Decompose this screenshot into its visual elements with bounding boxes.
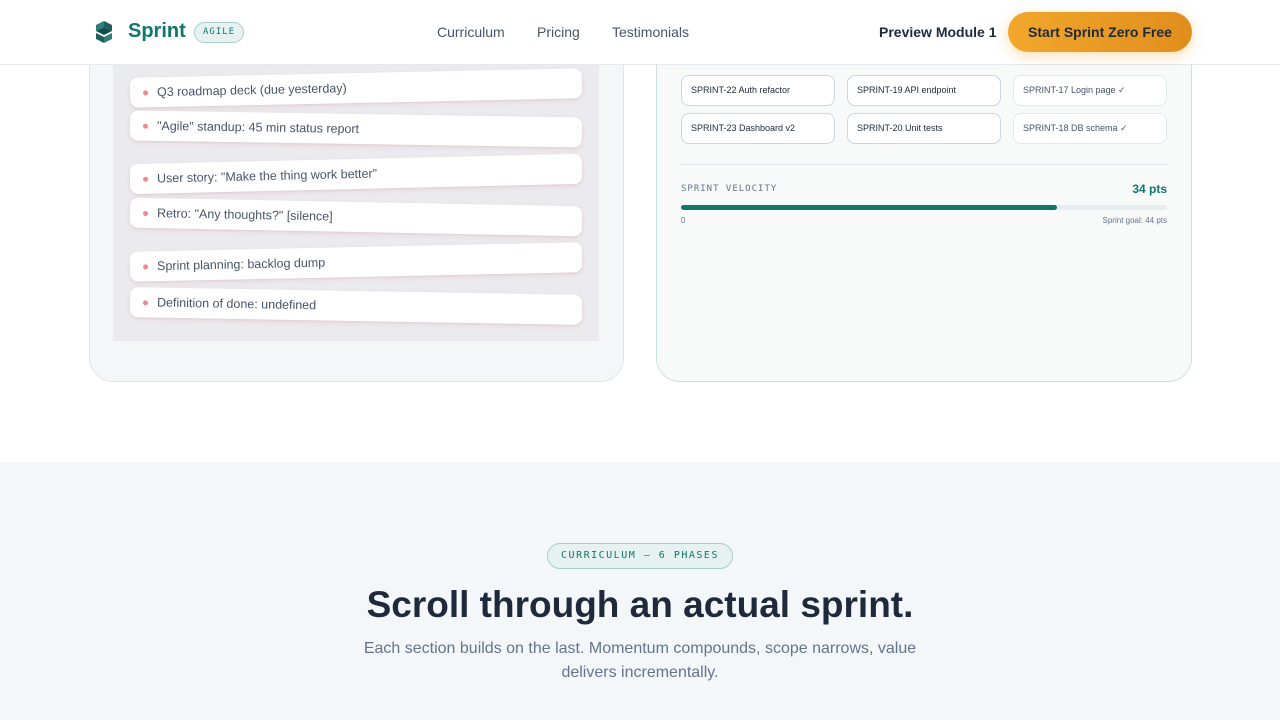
chaos-item-label: "Agile" standup: 45 min status report bbox=[156, 118, 360, 137]
velocity-bar-track bbox=[681, 205, 1167, 210]
brand-name[interactable]: Sprint bbox=[128, 20, 186, 43]
logo-icon[interactable] bbox=[94, 20, 114, 44]
bullet-dot bbox=[143, 90, 149, 96]
section-headline: Scroll through an actual sprint. bbox=[366, 584, 914, 625]
start-free-button[interactable]: Start Sprint Zero Free bbox=[1008, 12, 1192, 52]
chaos-item-label: User story: "Make the thing work better" bbox=[156, 166, 378, 186]
velocity-min-label: 0 bbox=[681, 216, 686, 225]
velocity-label: SPRINT VELOCITY bbox=[681, 184, 778, 194]
ticket-card-done[interactable]: SPRINT-17 Login page ✓ bbox=[1013, 75, 1167, 106]
nav-pricing[interactable]: Pricing bbox=[537, 24, 580, 40]
ticket-card-done[interactable]: SPRINT-18 DB schema ✓ bbox=[1013, 113, 1167, 144]
bullet-dot bbox=[143, 264, 149, 270]
nav-testimonials[interactable]: Testimonials bbox=[612, 24, 689, 40]
divider bbox=[681, 164, 1167, 165]
section-subtitle: Each section builds on the last. Momentu… bbox=[363, 640, 917, 681]
bullet-dot bbox=[142, 300, 149, 306]
ticket-card[interactable]: SPRINT-23 Dashboard v2 bbox=[681, 113, 835, 144]
ticket-card[interactable]: SPRINT-22 Auth refactor bbox=[681, 75, 835, 106]
ticket-card[interactable]: SPRINT-20 Unit tests bbox=[847, 113, 1001, 144]
bullet-dot bbox=[142, 210, 149, 217]
preview-module-link[interactable]: Preview Module 1 bbox=[879, 24, 996, 40]
nav-curriculum[interactable]: Curriculum bbox=[437, 24, 505, 40]
curriculum-pill: CURRICULUM — 6 PHASES bbox=[547, 543, 733, 569]
velocity-bar-fill bbox=[681, 205, 1057, 210]
velocity-goal-label: Sprint goal: 44 pts bbox=[1102, 216, 1167, 225]
velocity-value: 34 pts bbox=[1132, 182, 1167, 196]
chaos-item-label: Sprint planning: backlog dump bbox=[156, 255, 326, 274]
site-header: Sprint AGILE Curriculum Pricing Testimon… bbox=[0, 0, 1280, 65]
ticket-card[interactable]: SPRINT-19 API endpoint bbox=[847, 75, 1001, 106]
chaos-item-label: Definition of done: undefined bbox=[156, 295, 317, 313]
bullet-dot bbox=[142, 123, 149, 129]
bullet-dot bbox=[143, 176, 149, 182]
chaos-item-label: Retro: "Any thoughts?" [silence] bbox=[156, 206, 333, 224]
chaos-item-label: Q3 roadmap deck (due yesterday) bbox=[156, 81, 347, 100]
brand-badge: AGILE bbox=[194, 22, 245, 43]
